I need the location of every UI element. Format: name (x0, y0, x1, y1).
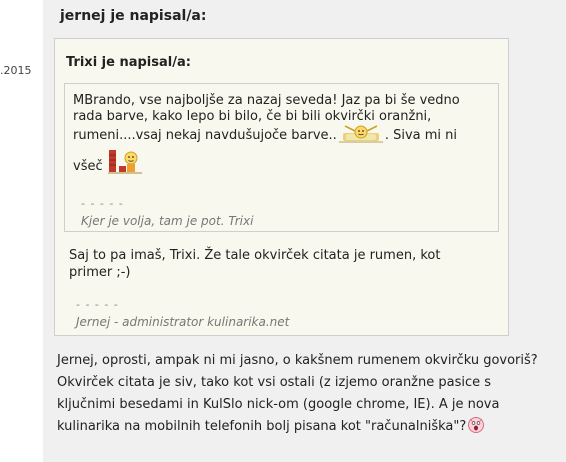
quote-reply-line: Saj to pa imaš, Trixi. Že tale okvirček … (69, 248, 441, 263)
signature-separator: - - - - - (81, 197, 124, 210)
nested-quote-text: MBrando, vse najboljše za nazaj seveda! … (73, 93, 493, 228)
stretching-smiley-icon (337, 125, 385, 143)
post-reply-line-text: kulinarika na mobilnih telefonih bolj pi… (57, 419, 467, 434)
post-reply-text: Jernej, oprosti, ampak ni mi jasno, o ka… (57, 350, 562, 438)
nested-quote-line: MBrando, vse najboljše za nazaj seveda! … (73, 93, 460, 108)
quote-box: Trixi je napisal/a: MBrando, vse najbolj… (54, 38, 509, 336)
quote-reply-text: Saj to pa imaš, Trixi. Že tale okvirček … (69, 247, 489, 281)
quote-signature: Jernej - administrator kulinarika.net (76, 315, 290, 329)
quote-reply-line: primer ;-) (69, 265, 131, 280)
nested-quote-line-text: rumeni....vsaj nekaj navdušujoče barve.. (73, 128, 337, 143)
nested-quote-author-header: Trixi je napisal/a: (66, 55, 191, 70)
nested-quote-line: rumeni....vsaj nekaj navdušujoče barve.. (73, 125, 493, 144)
post-date: .2015 (0, 64, 32, 77)
post-reply-line: kulinarika na mobilnih telefonih bolj pi… (57, 416, 562, 438)
bricks-smiley-icon (107, 148, 143, 176)
post-reply-line: ključnimi besedami in KulSlo nick-om (go… (57, 397, 500, 412)
shocked-smiley-icon (466, 416, 486, 434)
nested-quote-line-text: . Siva mi ni (384, 128, 458, 143)
post-reply-line: Okvirček citata je siv, tako kot vsi ost… (57, 375, 492, 390)
nested-quote-line: rada barve, kako lepo bi bilo, če bi bil… (73, 109, 432, 124)
signature-separator: - - - - - (76, 298, 119, 311)
nested-quote-signature: Kjer je volja, tam je pot. Trixi (81, 214, 254, 228)
nested-quote-line-text: všeč (73, 159, 103, 174)
quote-author-header: jernej je napisal/a: (60, 8, 207, 24)
forum-page: .2015 jernej je napisal/a: Trixi je napi… (0, 0, 566, 462)
nested-quote-box: MBrando, vse najboljše za nazaj seveda! … (64, 83, 499, 232)
nested-quote-line: všeč (73, 148, 493, 176)
post-reply-line: Jernej, oprosti, ampak ni mi jasno, o ka… (57, 353, 538, 368)
post-meta-column: .2015 (0, 0, 43, 462)
post-body: jernej je napisal/a: Trixi je napisal/a:… (43, 0, 566, 462)
